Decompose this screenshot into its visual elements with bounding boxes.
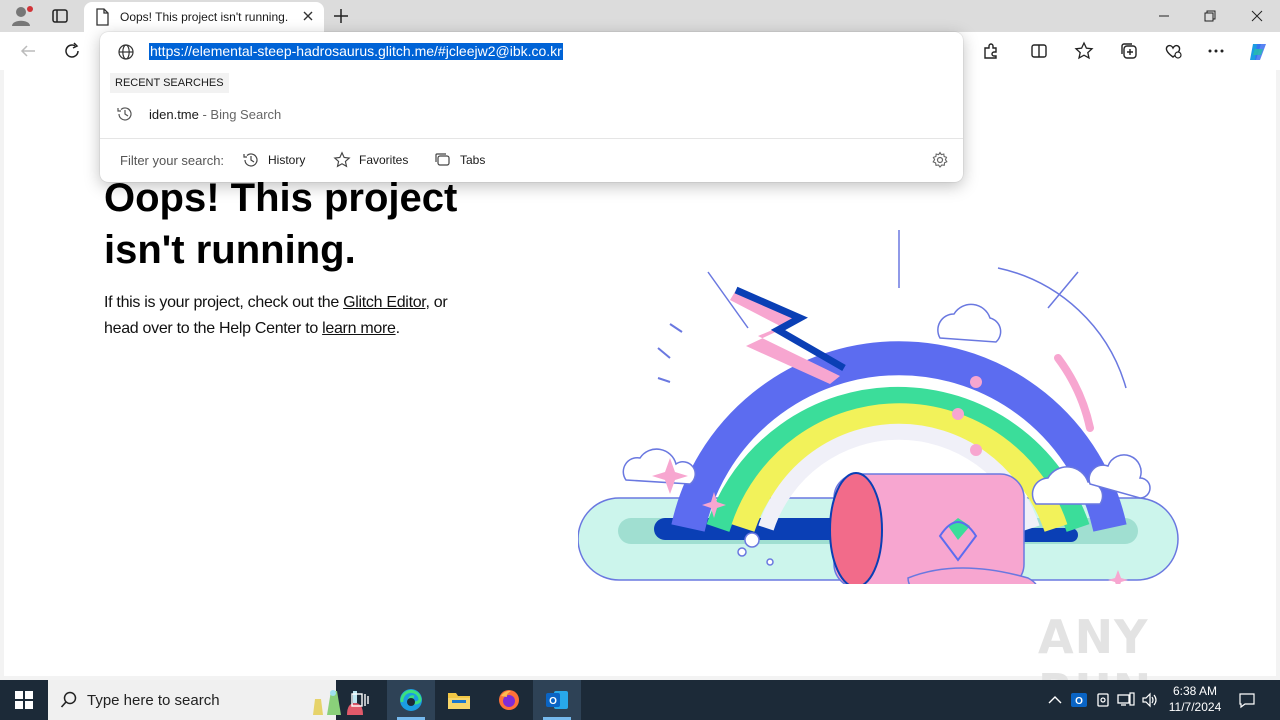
- clock-time: 6:38 AM: [1172, 684, 1218, 698]
- edge-taskbar-icon[interactable]: [387, 680, 435, 720]
- address-bar-dropdown: https://elemental-steep-hadrosaurus.glit…: [100, 32, 963, 182]
- device-icon[interactable]: [1094, 691, 1112, 709]
- taskbar-search[interactable]: Type here to search: [48, 680, 363, 720]
- divider: [100, 138, 963, 139]
- tabs-icon: [435, 153, 450, 166]
- page-icon: [94, 8, 110, 31]
- help-text: If this is your project, check out the: [104, 294, 344, 311]
- filter-favorites-button[interactable]: Favorites: [333, 149, 408, 171]
- help-text: .: [395, 320, 400, 337]
- filter-label: Filter your search:: [120, 153, 225, 168]
- browser-essentials-icon[interactable]: [1163, 41, 1183, 61]
- url-text[interactable]: https://elemental-steep-hadrosaurus.glit…: [149, 43, 563, 60]
- task-view-icon[interactable]: [336, 680, 384, 720]
- search-placeholder: Type here to search: [87, 692, 220, 709]
- rainbow-illustration: [577, 228, 1182, 601]
- profile-icon[interactable]: [10, 5, 34, 27]
- split-screen-icon[interactable]: [1029, 41, 1049, 61]
- page-heading: Oops! This project isn't running.: [104, 176, 458, 272]
- favorites-star-icon[interactable]: [1074, 41, 1094, 61]
- recent-search-item[interactable]: iden.tme - Bing Search: [100, 98, 963, 132]
- minimize-icon[interactable]: [1141, 0, 1187, 32]
- tab-actions-icon[interactable]: [50, 6, 70, 26]
- star-icon: [333, 151, 351, 168]
- svg-text:O: O: [549, 696, 557, 707]
- close-window-icon[interactable]: [1234, 0, 1280, 32]
- help-paragraph: If this is your project, check out the G…: [104, 290, 484, 342]
- collections-icon[interactable]: [1119, 41, 1139, 61]
- windows-logo-icon: [15, 691, 33, 709]
- tab-title: Oops! This project isn't running.: [120, 10, 289, 24]
- new-tab-icon[interactable]: [331, 6, 351, 26]
- learn-more-link[interactable]: learn more: [322, 320, 396, 337]
- firefox-icon[interactable]: [485, 680, 533, 720]
- active-tab[interactable]: Oops! This project isn't running.: [84, 2, 324, 32]
- svg-text:O: O: [1075, 696, 1083, 707]
- clock-date: 11/7/2024: [1168, 700, 1222, 714]
- start-button[interactable]: [0, 680, 48, 720]
- recent-search-suffix: - Bing Search: [198, 107, 282, 122]
- network-icon[interactable]: [1117, 691, 1135, 709]
- refresh-icon[interactable]: [62, 41, 82, 61]
- recent-search-query: iden.tme: [149, 107, 199, 122]
- taskbar: Type here to search O O 6:38 AM 11/7/202…: [0, 680, 1280, 720]
- file-explorer-icon[interactable]: [435, 680, 483, 720]
- more-options-icon[interactable]: [1206, 41, 1226, 61]
- gear-icon[interactable]: [931, 151, 949, 174]
- search-icon: [60, 691, 78, 714]
- filter-history-button[interactable]: History: [242, 149, 305, 171]
- tab-strip: Oops! This project isn't running.: [0, 0, 1280, 32]
- glitch-editor-link[interactable]: Glitch Editor: [343, 294, 426, 311]
- back-icon[interactable]: [18, 41, 38, 61]
- outlook-tray-icon[interactable]: O: [1070, 691, 1088, 709]
- extensions-icon[interactable]: [981, 41, 1001, 61]
- restore-icon[interactable]: [1187, 0, 1233, 32]
- filter-tabs-label: Tabs: [460, 153, 486, 167]
- filter-favorites-label: Favorites: [359, 153, 409, 167]
- chevron-up-icon[interactable]: [1046, 691, 1064, 709]
- globe-icon: [117, 43, 135, 66]
- filter-tabs-button[interactable]: Tabs: [434, 149, 485, 171]
- filter-history-label: History: [268, 153, 306, 167]
- address-bar[interactable]: https://elemental-steep-hadrosaurus.glit…: [100, 32, 963, 70]
- recent-searches-label: RECENT SEARCHES: [110, 73, 229, 93]
- system-clock[interactable]: 6:38 AM 11/7/2024: [1164, 683, 1226, 715]
- copilot-icon[interactable]: [1247, 41, 1267, 61]
- history-icon: [243, 153, 258, 167]
- outlook-icon[interactable]: O: [533, 680, 581, 720]
- close-tab-icon[interactable]: [300, 8, 316, 24]
- volume-icon[interactable]: [1141, 691, 1159, 709]
- history-clock-icon: [116, 105, 134, 128]
- notifications-icon[interactable]: [1238, 691, 1256, 709]
